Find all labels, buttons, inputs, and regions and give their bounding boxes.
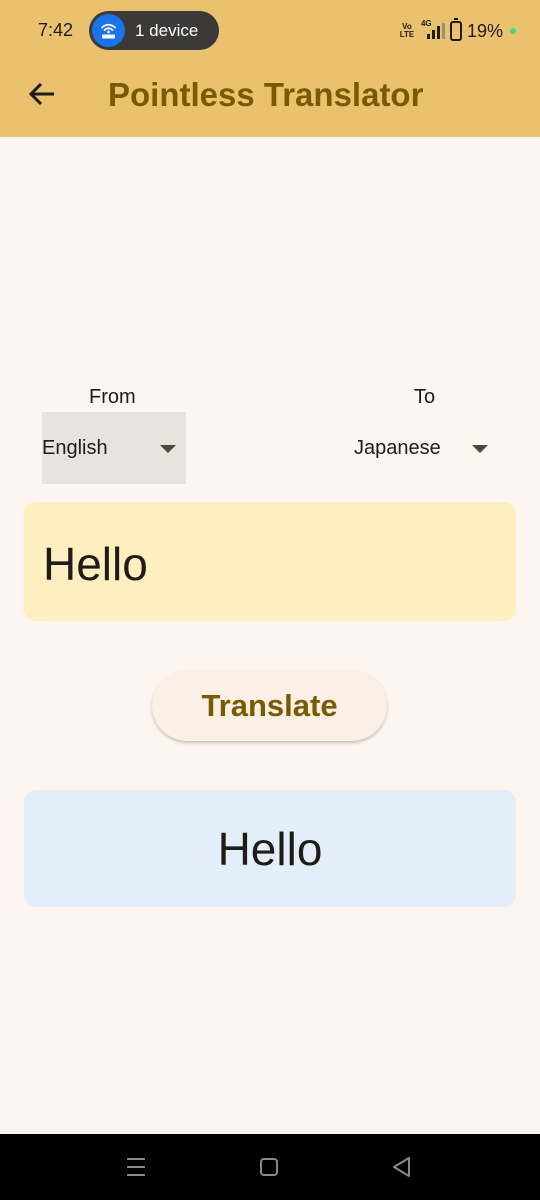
to-language-value: Japanese [354,436,441,459]
from-label: From [89,386,136,408]
dropdown-arrow-icon [472,445,488,453]
to-label: To [414,386,436,408]
signal-icon: 4G [420,19,445,41]
battery-level: 19% [466,20,503,41]
status-icons: Vo LTE 4G 19% [398,18,516,43]
status-time: 7:42 [38,20,74,40]
arrow-left-icon [28,82,56,111]
translation-output-text: Hello [217,822,323,875]
translation-output: Hello [24,790,516,907]
battery-icon [449,18,462,41]
back-triangle-icon[interactable] [388,1154,416,1180]
status-bar: 7:42 1 device Vo LTE 4G 19% [0,0,540,62]
back-button[interactable] [22,76,62,116]
network-type-label: 4G [420,19,432,28]
top-bar: 7:42 1 device Vo LTE 4G 19% Pointless Tr… [0,0,540,137]
menu-icon[interactable] [122,1154,150,1180]
translate-button-label: Translate [201,687,338,723]
privacy-indicator-dot [510,28,516,34]
from-language-value: English [42,436,108,459]
source-text-input[interactable]: Hello [24,502,516,621]
hotspot-chip[interactable]: 1 device [89,11,219,50]
app-bar: Pointless Translator [0,62,540,137]
hotspot-icon [92,14,125,47]
hotspot-label: 1 device [135,21,199,40]
from-language-select[interactable]: English [42,412,186,484]
translate-button[interactable]: Translate [152,670,387,741]
home-icon[interactable] [255,1154,283,1180]
source-text-value: Hello [43,538,148,590]
page-title: Pointless Translator [108,76,424,113]
volte-icon: Vo LTE [399,22,415,39]
navigation-bar [0,1134,540,1200]
to-language-select[interactable]: Japanese [354,412,494,484]
dropdown-arrow-icon [160,445,176,453]
